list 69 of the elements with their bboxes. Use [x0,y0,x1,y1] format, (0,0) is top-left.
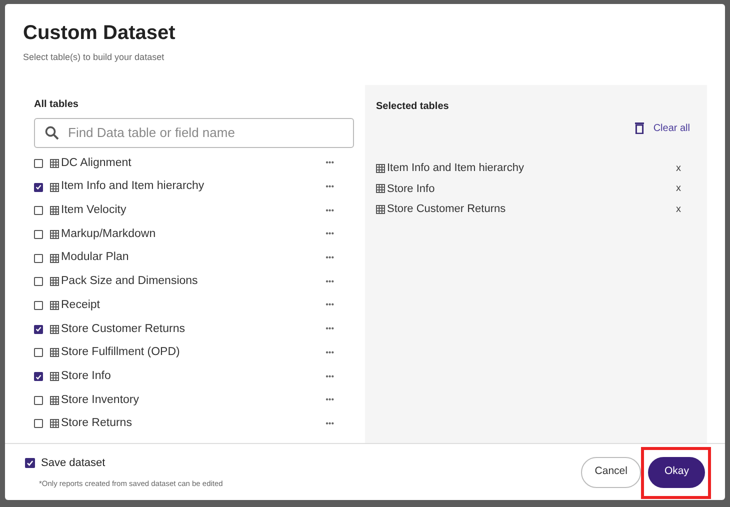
table-checkbox[interactable] [34,230,43,239]
table-checkbox[interactable] [34,277,43,286]
table-checkbox[interactable] [34,206,43,216]
table-checkbox[interactable] [34,158,43,168]
more-options-button[interactable]: ••• [326,276,334,288]
table-icon [50,206,59,216]
more-options-button[interactable]: ••• [326,346,334,359]
table-name: DC Alignment [61,156,132,171]
table-icon [50,254,59,263]
table-icon [50,230,59,239]
table-checkbox[interactable] [34,182,43,192]
table-icon [50,300,59,310]
table-checkbox[interactable] [34,300,43,310]
table-name: Receipt [61,298,101,313]
dialog-subtitle: Select table(s) to build your dataset [23,51,166,64]
save-dataset-checkbox[interactable] [25,458,35,468]
table-icon [376,204,385,214]
trash-icon [635,122,644,134]
okay-button[interactable]: Okay [648,456,705,488]
table-icon [50,396,59,405]
section-heading: Selected tables [376,100,450,114]
dialog-title: Custom Dataset [23,21,176,46]
cancel-button[interactable]: Cancel [580,456,642,488]
table-icon [376,164,385,173]
table-name: Store Info [61,368,112,384]
more-options-button[interactable]: ••• [326,204,334,217]
remove-button[interactable]: x [676,160,681,176]
clear-all-button[interactable]: Clear all [635,120,690,136]
more-options-button[interactable]: ••• [326,157,334,170]
table-icon [50,324,59,334]
more-options-button[interactable]: ••• [326,370,334,383]
more-options-button[interactable]: ••• [326,418,334,430]
table-checkbox[interactable] [34,254,43,263]
table-icon [50,348,59,358]
table-name: Item Info and Item hierarchy [61,179,206,194]
table-name: Markup/Markdown [61,226,157,242]
search-field[interactable]: Find Data table or field name [34,118,354,148]
table-name: Store Inventory [61,392,140,408]
remove-button[interactable]: x [676,181,681,196]
table-name: Pack Size and Dimensions [61,274,199,290]
table-icon [50,372,59,382]
table-icon [50,419,59,428]
search-icon [45,126,59,140]
table-checkbox[interactable] [34,348,43,358]
table-name: Store Returns [61,416,133,432]
table-icon [50,158,59,168]
table-name: Store Customer Returns [387,202,507,217]
more-options-button[interactable]: ••• [326,323,334,336]
more-options-button[interactable]: ••• [326,228,334,240]
more-options-button[interactable]: ••• [326,181,334,194]
table-name: Store Customer Returns [61,322,186,337]
remove-button[interactable]: x [676,202,681,217]
table-name: Item Velocity [61,203,128,218]
table-name: Store Info [387,182,436,196]
table-checkbox[interactable] [34,419,43,428]
more-options-button[interactable]: ••• [326,394,334,406]
checkbox-label: Save dataset [41,456,106,472]
more-options-button[interactable]: ••• [326,252,334,264]
table-icon [50,182,59,192]
table-name: Item Info and Item hierarchy [387,161,525,176]
table-icon [50,277,59,286]
table-checkbox[interactable] [34,324,43,334]
table-name: Store Fulfillment (OPD) [61,345,181,360]
section-heading: All tables [34,98,80,112]
table-icon [376,184,385,194]
table-checkbox[interactable] [34,372,43,382]
table-name: Modular Plan [61,250,130,266]
table-checkbox[interactable] [34,396,43,405]
more-options-button[interactable]: ••• [326,299,334,312]
